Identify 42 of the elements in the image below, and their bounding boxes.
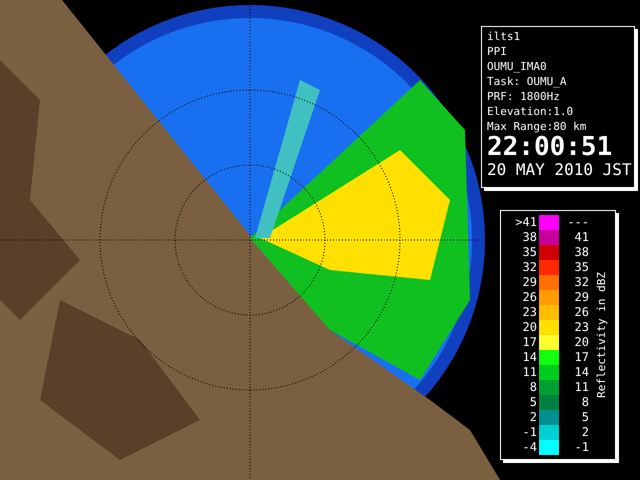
legend-high-label: 41 bbox=[574, 230, 589, 245]
legend-high-label: 29 bbox=[574, 290, 589, 305]
info-text: PPI bbox=[487, 44, 508, 59]
legend-high-label: 32 bbox=[574, 275, 589, 290]
legend-high-label: 5 bbox=[580, 410, 589, 425]
legend-low-label: -1 bbox=[522, 425, 538, 440]
info-text: OUMU_IMA0 bbox=[487, 59, 548, 74]
legend-low-label: >41 bbox=[514, 215, 538, 230]
legend-low-label: 35 bbox=[522, 245, 538, 260]
legend-low-label: 20 bbox=[522, 320, 538, 335]
legend-high-label: 26 bbox=[574, 305, 589, 320]
info-text: Elevation:1.0 bbox=[487, 104, 574, 119]
legend-title: Reflectivity in dBZ bbox=[594, 272, 609, 398]
legend-high-label: 14 bbox=[574, 365, 589, 380]
legend-high-label: 38 bbox=[574, 245, 589, 260]
info-text: Task: OUMU_A bbox=[487, 74, 568, 89]
legend-low-label: 11 bbox=[522, 365, 538, 380]
time-text: 22:00:51 bbox=[487, 134, 614, 160]
legend-high-label: 11 bbox=[574, 380, 589, 395]
legend-low-label: 14 bbox=[522, 350, 538, 365]
info-text: Max Range:80 km bbox=[487, 119, 588, 134]
legend-low-label: 8 bbox=[528, 380, 538, 395]
legend-high-label: 35 bbox=[574, 260, 589, 275]
date-text: 20 MAY 2010 JST bbox=[487, 160, 629, 180]
legend-low-label: 26 bbox=[522, 290, 538, 305]
legend-high-label: -1 bbox=[574, 440, 589, 455]
legend-high-label: 8 bbox=[580, 395, 589, 410]
info-text: ilts1 bbox=[487, 29, 522, 44]
legend-low-label: 29 bbox=[522, 275, 538, 290]
legend-high-label: 20 bbox=[574, 335, 589, 350]
legend-high-label: 23 bbox=[574, 320, 589, 335]
legend-high-label: --- bbox=[566, 215, 589, 230]
legend-low-label: 5 bbox=[528, 395, 538, 410]
legend-low-label: 38 bbox=[522, 230, 538, 245]
legend-low-label: -4 bbox=[522, 440, 538, 455]
legend-high-label: 17 bbox=[574, 350, 589, 365]
legend-low-label: 2 bbox=[528, 410, 538, 425]
legend-low-label: 32 bbox=[522, 260, 538, 275]
legend-high-label: 2 bbox=[580, 425, 589, 440]
legend-low-label: 17 bbox=[522, 335, 538, 350]
info-text: PRF: 1800Hz bbox=[487, 89, 561, 104]
legend-low-label: 23 bbox=[522, 305, 538, 320]
